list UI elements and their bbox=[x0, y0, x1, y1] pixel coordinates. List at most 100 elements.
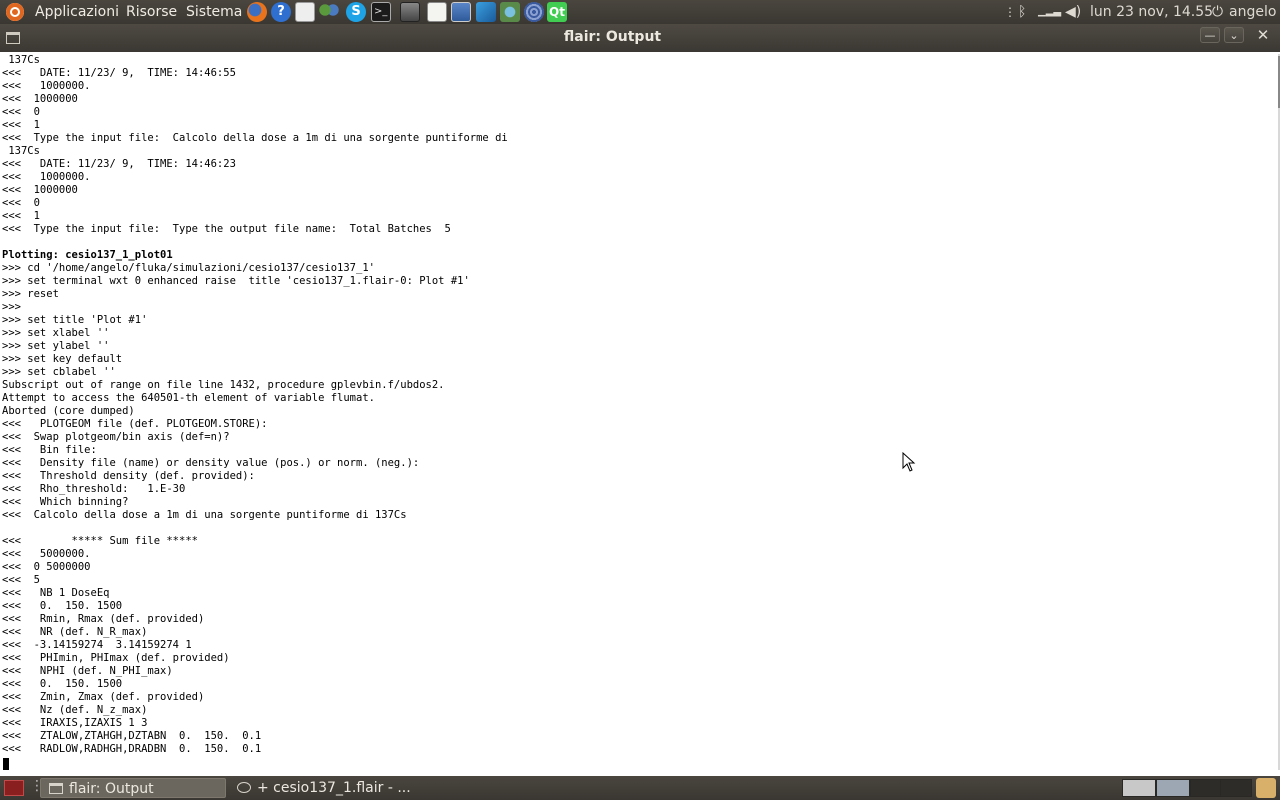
user-name[interactable]: angelo bbox=[1229, 2, 1276, 22]
output-line: >>> reset bbox=[2, 288, 59, 300]
output-line: <<< RADLOW,RADHGH,DRADBN 0. 150. 0.1 bbox=[2, 743, 262, 755]
output-line: <<< Nz (def. N_z_max) bbox=[2, 704, 148, 716]
trash-icon[interactable] bbox=[1256, 778, 1276, 798]
qt-icon[interactable]: Qt bbox=[547, 2, 567, 22]
power-icon[interactable]: ⏻ bbox=[1212, 2, 1223, 22]
output-line: <<< NPHI (def. N_PHI_max) bbox=[2, 665, 173, 677]
output-line: <<< 0. 150. 1500 bbox=[2, 600, 123, 612]
output-line: <<< 0. 150. 1500 bbox=[2, 678, 123, 690]
flair-window-icon bbox=[237, 782, 251, 793]
output-line: <<< 0 5000000 bbox=[2, 561, 91, 573]
task-label: + cesio137_1.flair - ... bbox=[257, 780, 411, 796]
ubuntu-logo-icon[interactable] bbox=[6, 3, 24, 21]
output-line: <<< 1000000. bbox=[2, 80, 91, 92]
firefox-icon[interactable] bbox=[247, 2, 267, 22]
text-cursor bbox=[3, 758, 9, 770]
workspace-2[interactable] bbox=[1156, 779, 1190, 797]
workspace-3[interactable] bbox=[1190, 779, 1224, 797]
paraview-icon[interactable] bbox=[500, 2, 520, 22]
output-line: <<< 5 bbox=[2, 574, 40, 586]
handle-icon: ⋮ bbox=[1004, 5, 1016, 19]
task-label: flair: Output bbox=[69, 781, 154, 797]
output-line: <<< Type the input file: Calcolo della d… bbox=[2, 132, 508, 144]
output-line: <<< DATE: 11/23/ 9, TIME: 14:46:55 bbox=[2, 67, 236, 79]
output-line: Subscript out of range on file line 1432… bbox=[2, 379, 445, 391]
workspace-4[interactable] bbox=[1220, 779, 1252, 797]
output-line: >>> set key default bbox=[2, 353, 123, 365]
mail-icon[interactable] bbox=[295, 2, 315, 22]
output-line: <<< 1 bbox=[2, 119, 40, 131]
output-line: <<< Which binning? bbox=[2, 496, 129, 508]
output-lines: 137Cs <<< DATE: 11/23/ 9, TIME: 14:46:55 <… bbox=[0, 54, 1278, 756]
output-line: <<< NR (def. N_R_max) bbox=[2, 626, 148, 638]
output-line: <<< -3.14159274 3.14159274 1 bbox=[2, 639, 192, 651]
output-line: >>> set xlabel '' bbox=[2, 327, 110, 339]
taskbar-item-cesio137-flair[interactable]: + cesio137_1.flair - ... bbox=[229, 778, 469, 798]
close-button[interactable]: ✕ bbox=[1253, 27, 1273, 43]
help-icon[interactable]: ? bbox=[271, 2, 291, 22]
terminal-icon[interactable]: >_ bbox=[371, 2, 391, 22]
window-title: flair: Output bbox=[563, 29, 662, 45]
menu-risorse[interactable]: Risorse bbox=[126, 3, 177, 21]
network-icon[interactable]: ▁▂▃ bbox=[1038, 2, 1061, 22]
output-line: <<< ***** Sum file ***** bbox=[2, 535, 198, 547]
window-icon bbox=[49, 783, 63, 794]
output-line: <<< PLOTGEOM file (def. PLOTGEOM.STORE): bbox=[2, 418, 268, 430]
minimize-button[interactable]: — bbox=[1200, 27, 1220, 43]
output-text-area[interactable]: 137Cs <<< DATE: 11/23/ 9, TIME: 14:46:55 <… bbox=[0, 54, 1278, 770]
output-line: <<< Threshold density (def. provided): bbox=[2, 470, 255, 482]
output-line: <<< 1000000 bbox=[2, 93, 78, 105]
maximize-button[interactable]: ⌄ bbox=[1224, 27, 1244, 43]
output-line: <<< 1000000. bbox=[2, 171, 91, 183]
system-monitor-icon[interactable] bbox=[451, 2, 471, 22]
output-line: >>> set title 'Plot #1' bbox=[2, 314, 148, 326]
taskbar-item-flair-output[interactable]: flair: Output bbox=[40, 778, 226, 798]
bottom-panel: ⋮ flair: Output + cesio137_1.flair - ... bbox=[0, 776, 1280, 800]
output-line: >>> set cblabel '' bbox=[2, 366, 116, 378]
output-line: 137Cs bbox=[2, 145, 40, 157]
output-line: >>> bbox=[2, 301, 21, 313]
output-line: <<< Swap plotgeom/bin axis (def=n)? bbox=[2, 431, 230, 443]
flair-icon[interactable] bbox=[400, 2, 420, 22]
output-line: <<< 0 bbox=[2, 197, 40, 209]
volume-icon[interactable]: ◀) bbox=[1065, 2, 1081, 22]
output-line: <<< Type the input file: Type the output… bbox=[2, 223, 451, 235]
output-line: <<< DATE: 11/23/ 9, TIME: 14:46:23 bbox=[2, 158, 236, 170]
pidgin-icon[interactable] bbox=[319, 2, 339, 22]
output-line: <<< 0 bbox=[2, 106, 40, 118]
output-line: <<< NB 1 DoseEq bbox=[2, 587, 110, 599]
output-line: >>> set ylabel '' bbox=[2, 340, 110, 352]
app-icon[interactable] bbox=[476, 2, 496, 22]
output-line: <<< Density file (name) or density value… bbox=[2, 457, 420, 469]
gimp-icon[interactable] bbox=[524, 2, 544, 22]
output-line: Attempt to access the 640501-th element … bbox=[2, 392, 375, 404]
clock[interactable]: lun 23 nov, 14.55 bbox=[1090, 2, 1213, 22]
output-line: >>> cd '/home/angelo/fluka/simulazioni/c… bbox=[2, 262, 375, 274]
output-line: <<< IRAXIS,IZAXIS 1 3 bbox=[2, 717, 148, 729]
window-titlebar[interactable]: flair: Output — ⌄ ✕ bbox=[0, 24, 1280, 52]
output-line: <<< 1 bbox=[2, 210, 40, 222]
output-line: <<< Zmin, Zmax (def. provided) bbox=[2, 691, 205, 703]
output-line: >>> set terminal wxt 0 enhanced raise ti… bbox=[2, 275, 470, 287]
output-line: Plotting: cesio137_1_plot01 bbox=[2, 249, 173, 261]
top-panel: Applicazioni Risorse Sistema ? S >_ Qt ⋮… bbox=[0, 0, 1280, 24]
show-desktop-icon[interactable] bbox=[4, 780, 24, 796]
output-line: <<< Calcolo della dose a 1m di una sorge… bbox=[2, 509, 407, 521]
output-line: <<< Bin file: bbox=[2, 444, 97, 456]
output-line: <<< 5000000. bbox=[2, 548, 91, 560]
menu-sistema[interactable]: Sistema bbox=[186, 3, 242, 21]
text-editor-icon[interactable] bbox=[427, 2, 447, 22]
mouse-pointer-icon bbox=[902, 452, 916, 472]
output-line: <<< PHImin, PHImax (def. provided) bbox=[2, 652, 230, 664]
skype-icon[interactable]: S bbox=[346, 2, 366, 22]
output-line: <<< 1000000 bbox=[2, 184, 78, 196]
menu-applicazioni[interactable]: Applicazioni bbox=[35, 3, 119, 21]
output-line: <<< Rho_threshold: 1.E-30 bbox=[2, 483, 186, 495]
bluetooth-icon[interactable]: ᛒ bbox=[1018, 2, 1026, 22]
output-line: <<< Rmin, Rmax (def. provided) bbox=[2, 613, 205, 625]
workspace-1[interactable] bbox=[1122, 779, 1156, 797]
output-line: Aborted (core dumped) bbox=[2, 405, 135, 417]
output-line: <<< ZTALOW,ZTAHGH,DZTABN 0. 150. 0.1 bbox=[2, 730, 262, 742]
